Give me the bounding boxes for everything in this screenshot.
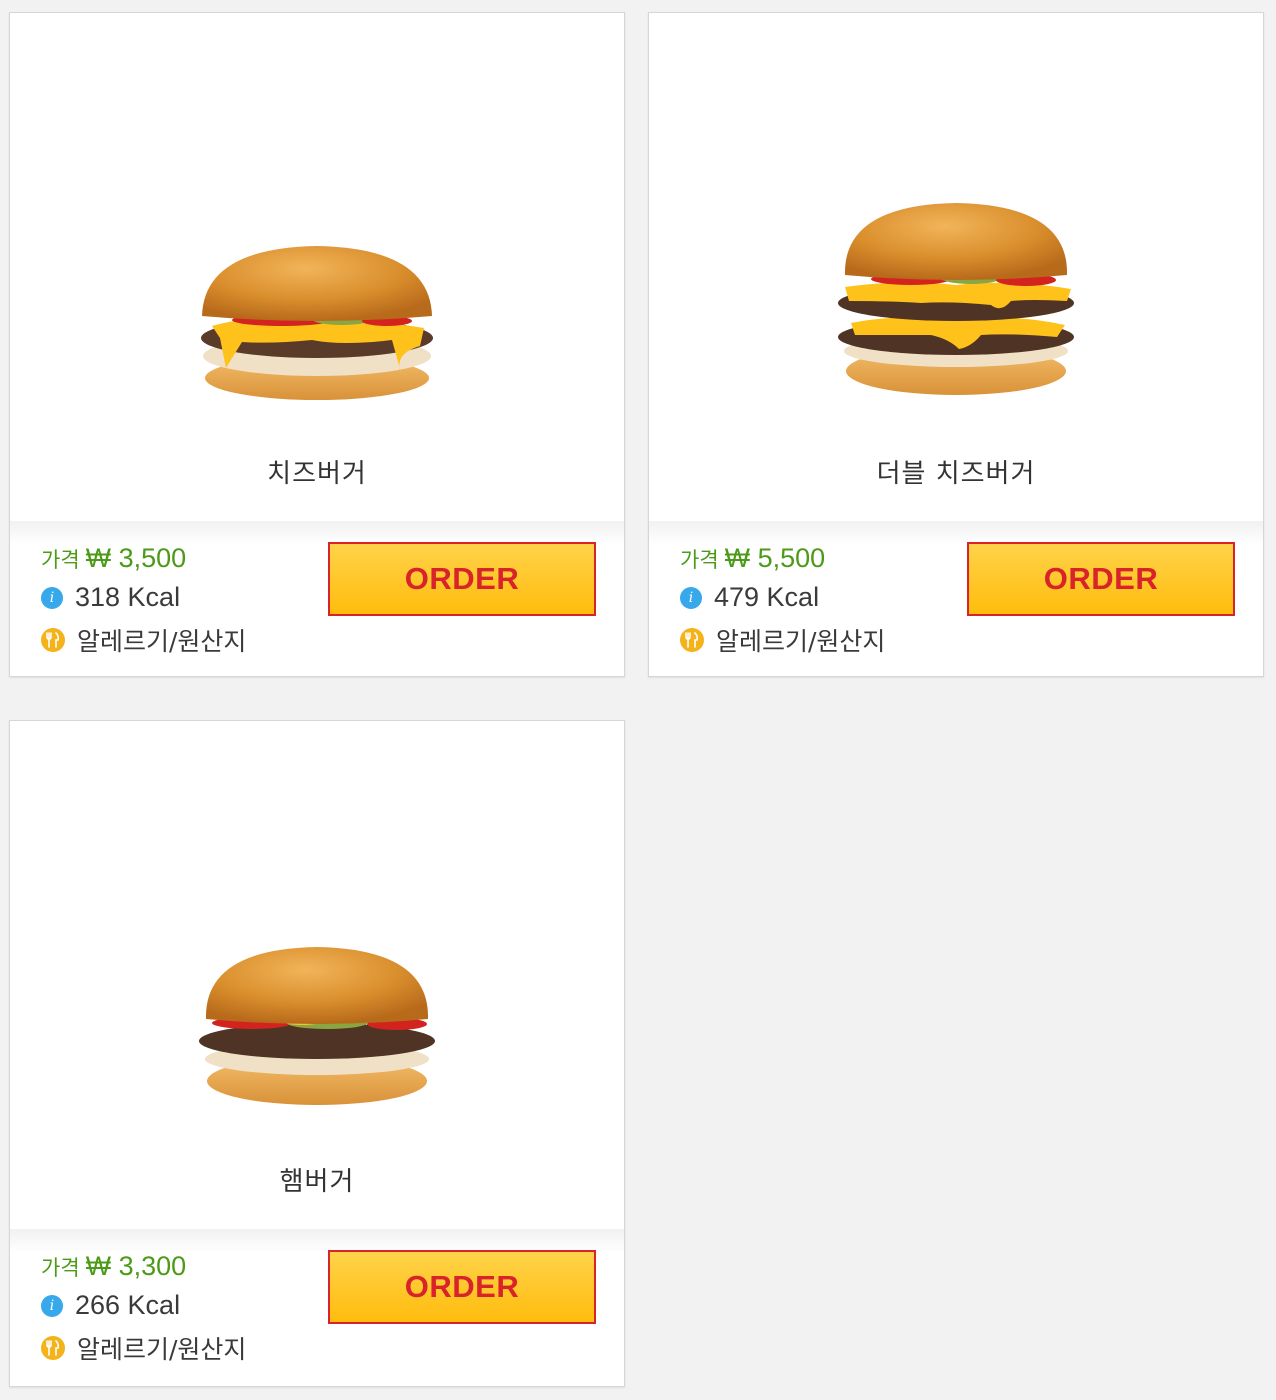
product-name: 햄버거 (279, 1167, 355, 1197)
allergy-label: 알레르기/원산지 (77, 627, 247, 656)
price: 가격 ₩ 5,500 (680, 543, 825, 574)
kcal-row: i 479 Kcal (680, 582, 819, 613)
product-card: 더블 치즈버거 가격 ₩ 5,500 i 479 Kcal 알레르기/원산지 OR… (648, 12, 1264, 677)
info-icon: i (41, 586, 63, 609)
product-image[interactable] (649, 13, 1263, 433)
allergy-icon (680, 628, 704, 652)
kcal-row: i 266 Kcal (41, 1290, 180, 1321)
price: 가격 ₩ 3,300 (41, 1251, 186, 1282)
kcal-value: 318 Kcal (75, 582, 181, 612)
product-name: 치즈버거 (267, 459, 367, 489)
price-label: 가격 (41, 1256, 80, 1280)
price-value: ₩ 3,500 (85, 543, 187, 573)
price-label: 가격 (41, 548, 80, 572)
allergy-link[interactable]: 알레르기/원산지 (41, 622, 246, 658)
order-button[interactable]: ORDER (967, 542, 1235, 616)
order-button[interactable]: ORDER (328, 1250, 596, 1324)
double-cheeseburger-image (838, 203, 1074, 395)
product-card: 햄버거 가격 ₩ 3,300 i 266 Kcal 알레르기/원산지 ORDER (9, 720, 625, 1387)
price-value: ₩ 3,300 (85, 1251, 187, 1281)
kcal-value: 266 Kcal (75, 1290, 181, 1320)
kcal-value: 479 Kcal (714, 582, 820, 612)
allergy-icon (41, 1336, 65, 1360)
cheeseburger-image (201, 246, 433, 400)
price: 가격 ₩ 3,500 (41, 543, 186, 574)
product-image[interactable] (10, 13, 624, 433)
allergy-link[interactable]: 알레르기/원산지 (680, 622, 885, 658)
info-icon: i (41, 1294, 63, 1317)
info-icon: i (680, 586, 702, 609)
product-card: 치즈버거 가격 ₩ 3,500 i 318 Kcal 알레르기/원산지 ORDER (9, 12, 625, 677)
order-button[interactable]: ORDER (328, 542, 596, 616)
hamburger-image (199, 947, 435, 1105)
allergy-label: 알레르기/원산지 (77, 1335, 247, 1364)
price-label: 가격 (680, 548, 719, 572)
allergy-link[interactable]: 알레르기/원산지 (41, 1330, 246, 1366)
price-value: ₩ 5,500 (724, 543, 826, 573)
allergy-icon (41, 628, 65, 652)
product-image[interactable] (10, 721, 624, 1141)
kcal-row: i 318 Kcal (41, 582, 180, 613)
product-name: 더블 치즈버거 (876, 459, 1036, 489)
allergy-label: 알레르기/원산지 (716, 627, 886, 656)
product-grid: 치즈버거 가격 ₩ 3,500 i 318 Kcal 알레르기/원산지 ORDER (0, 0, 1276, 1400)
